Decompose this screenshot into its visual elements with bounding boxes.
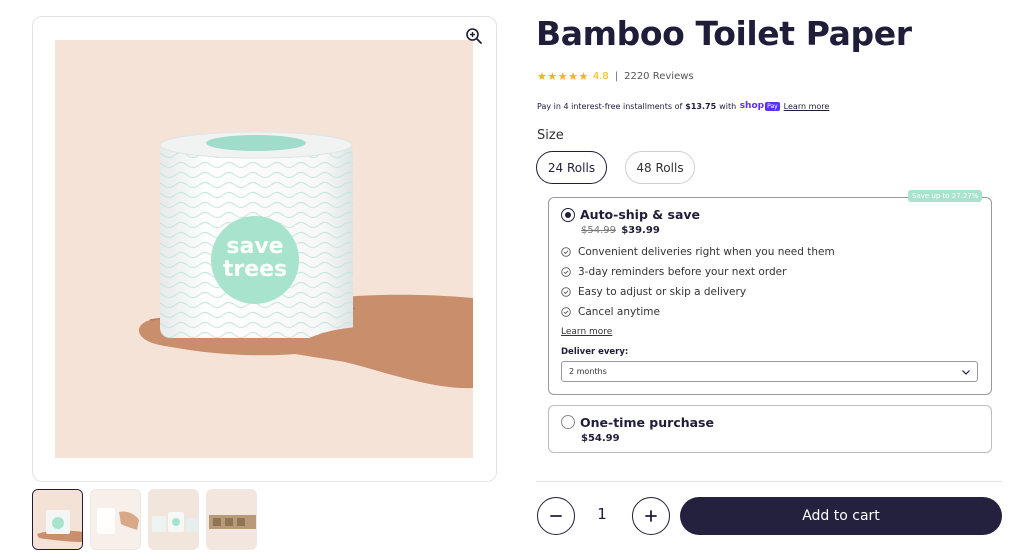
shop-pay-badge: Pay: [765, 101, 780, 111]
check-circle-icon: [561, 247, 571, 257]
check-circle-icon: [561, 267, 571, 277]
benefit-text: Easy to adjust or skip a delivery: [578, 286, 747, 298]
one-time-price: $54.99: [581, 433, 620, 444]
autoship-price: $54.99 $39.99: [581, 225, 660, 236]
divider: [536, 481, 1002, 482]
one-time-price-value: $54.99: [581, 433, 620, 444]
deliver-frequency-value: 2 months: [569, 367, 607, 376]
installment-amount: $13.75: [685, 101, 717, 111]
quantity-decrease-button[interactable]: [537, 497, 575, 535]
benefit-text: 3-day reminders before your next order: [578, 266, 787, 278]
rating-value: 4.8: [592, 71, 609, 82]
thumbnail-2[interactable]: [90, 489, 141, 550]
benefit-item: Easy to adjust or skip a delivery: [561, 286, 746, 298]
benefit-item: Cancel anytime: [561, 306, 660, 318]
deliver-frequency-select[interactable]: 2 months: [561, 361, 978, 382]
size-option-48-rolls[interactable]: 48 Rolls: [625, 151, 695, 184]
thumbnail-box-image: [207, 490, 256, 549]
star-rating-icon: ★★★★★: [537, 70, 589, 83]
logo-text-trees: trees: [223, 257, 287, 282]
thumbnail-1[interactable]: [32, 489, 83, 550]
one-time-title: One-time purchase: [580, 415, 714, 430]
chevron-down-icon: [962, 370, 970, 375]
save-badge: Save up to 27.27%: [908, 190, 983, 202]
installments-learn-more-link[interactable]: Learn more: [784, 102, 830, 111]
benefit-item: Convenient deliveries right when you nee…: [561, 246, 835, 258]
zoom-in-icon[interactable]: [465, 27, 483, 45]
check-circle-icon: [561, 287, 571, 297]
plus-icon: [645, 510, 657, 522]
shop-pay-logo: shop: [739, 101, 765, 111]
size-label: Size: [537, 128, 564, 143]
thumbnail-4[interactable]: [206, 489, 257, 550]
deliver-every-label: Deliver every:: [561, 347, 629, 357]
thumbnail-rolls-image: [149, 490, 198, 549]
one-time-radio[interactable]: [561, 415, 575, 429]
autoship-learn-more-link[interactable]: Learn more: [561, 327, 612, 337]
product-hero-image[interactable]: save trees: [55, 40, 473, 458]
thumbnail-hand-image: [91, 490, 140, 549]
benefit-text: Convenient deliveries right when you nee…: [578, 246, 835, 258]
benefit-text: Cancel anytime: [578, 306, 660, 318]
add-to-cart-button[interactable]: Add to cart: [680, 497, 1002, 535]
benefit-item: 3-day reminders before your next order: [561, 266, 786, 278]
installments-info: Pay in 4 interest-free installments of $…: [537, 101, 829, 111]
installments-with: with: [719, 101, 737, 111]
gallery-thumbnails: [32, 489, 257, 550]
review-count-link[interactable]: 2220 Reviews: [624, 71, 694, 82]
thumbnail-3[interactable]: [148, 489, 199, 550]
product-title: Bamboo Toilet Paper: [536, 14, 912, 53]
logo-text-save: save: [226, 234, 283, 259]
quantity-increase-button[interactable]: [632, 497, 670, 535]
product-rating[interactable]: ★★★★★ 4.8 | 2220 Reviews: [537, 70, 694, 83]
minus-icon: [550, 515, 562, 517]
rating-separator: |: [614, 71, 619, 82]
hero-illustration: save trees: [138, 131, 473, 389]
check-circle-icon: [561, 307, 571, 317]
installments-prefix: Pay in 4 interest-free installments of: [537, 101, 683, 111]
autoship-old-price: $54.99: [581, 225, 616, 236]
thumbnail-roll-image: [33, 490, 82, 549]
autoship-title: Auto-ship & save: [580, 207, 701, 222]
quantity-value[interactable]: 1: [580, 505, 624, 523]
autoship-radio[interactable]: [561, 208, 575, 222]
autoship-sale-price: $39.99: [621, 225, 660, 236]
size-option-24-rolls[interactable]: 24 Rolls: [536, 151, 607, 184]
